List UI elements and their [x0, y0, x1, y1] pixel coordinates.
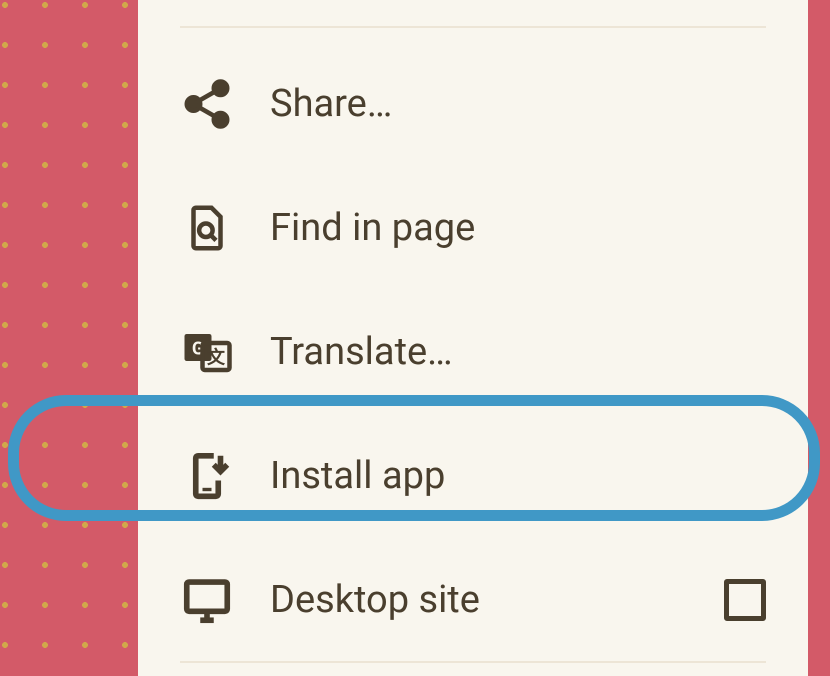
translate-icon: G 文 — [180, 325, 234, 379]
menu-item-translate[interactable]: G 文 Translate… — [138, 290, 808, 414]
menu-item-install-app[interactable]: Install app — [138, 414, 808, 538]
find-in-page-icon — [180, 201, 234, 255]
share-icon — [180, 77, 234, 131]
divider — [180, 26, 766, 28]
install-app-icon — [180, 449, 234, 503]
menu-item-desktop-site[interactable]: Desktop site — [138, 538, 808, 662]
svg-text:文: 文 — [207, 346, 226, 368]
desktop-site-checkbox[interactable] — [724, 579, 766, 621]
divider — [180, 661, 766, 663]
desktop-icon — [180, 573, 234, 627]
menu-items-list: Share… Find in page G 文 Tra — [138, 42, 808, 662]
menu-item-label: Translate… — [270, 330, 453, 374]
menu-item-share[interactable]: Share… — [138, 42, 808, 166]
browser-menu-panel: Share… Find in page G 文 Tra — [138, 0, 808, 676]
menu-item-label: Install app — [270, 454, 445, 498]
menu-item-label: Desktop site — [270, 578, 480, 622]
menu-item-label: Share… — [270, 82, 392, 126]
menu-item-find-in-page[interactable]: Find in page — [138, 166, 808, 290]
menu-item-label: Find in page — [270, 206, 475, 250]
